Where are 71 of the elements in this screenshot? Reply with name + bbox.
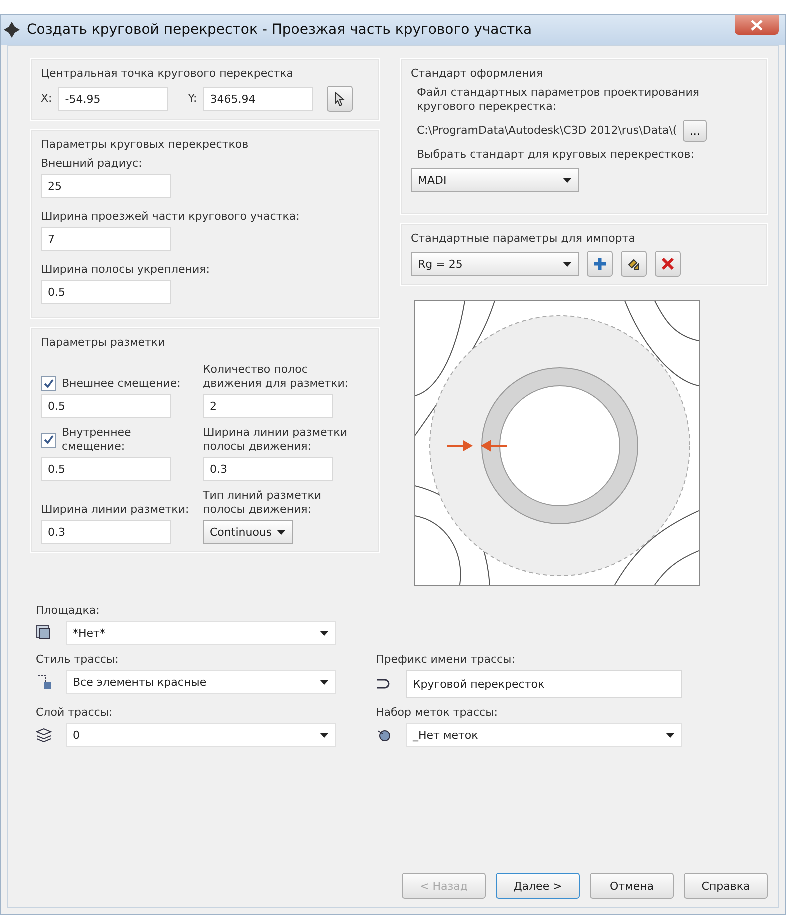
input-field[interactable]: Круговой перекресток (406, 670, 682, 698)
group-title: Параметры разметки (41, 336, 166, 349)
checkbox[interactable] (41, 376, 56, 391)
file-path: C:\ProgramData\Autodesk\C3D 2012\rus\Data\( (416, 124, 678, 138)
field-label: Ширина проезжей части кругового участка: (41, 210, 301, 224)
caret-icon (320, 680, 329, 684)
caret-icon (563, 262, 572, 266)
input-field[interactable]: 3465.94 (203, 87, 314, 111)
input-field[interactable]: 7 (41, 227, 171, 251)
close-button[interactable] (735, 15, 779, 35)
caret-icon (320, 732, 329, 738)
stack-icon (36, 727, 52, 743)
app-icon (3, 21, 21, 39)
plus-icon (593, 257, 607, 271)
close-icon (751, 20, 763, 30)
brush-icon (627, 257, 641, 271)
group-title: Стандартные параметры для импорта (411, 232, 636, 245)
field-label: Префикс имени трассы: (376, 653, 516, 667)
window-title: Создать круговой перекресток - Проезжая часть кругового участка (27, 22, 534, 38)
delete-icon (661, 257, 675, 271)
checkbox[interactable] (41, 432, 56, 448)
brush-button[interactable] (621, 251, 647, 277)
field-label: Внешний радиус: (41, 157, 144, 171)
browse-button[interactable]: ... (683, 120, 708, 142)
dropdown[interactable]: Continuous (203, 520, 293, 544)
cursor-icon (334, 92, 346, 106)
field-label: Ширина линии разметки полосы движения: (203, 426, 348, 454)
route-icon (36, 674, 52, 690)
dialog-button[interactable]: Далее > (496, 873, 580, 899)
dialog-button[interactable]: Справка (684, 873, 768, 899)
group-title: Параметры круговых перекрестков (41, 138, 250, 151)
input-field[interactable]: 0.5 (41, 394, 171, 418)
field-label: Выбрать стандарт для круговых перекрестков: (416, 148, 696, 162)
add-button[interactable] (587, 251, 613, 277)
caret-icon (320, 630, 329, 636)
dropdown[interactable]: Rg = 25 (411, 252, 579, 276)
field-label: Набор меток трассы: (376, 706, 499, 720)
dropdown[interactable]: *Нет* (66, 621, 336, 645)
field-label: Тип линий разметки полосы движения: (203, 489, 323, 517)
input-field[interactable]: 25 (41, 174, 171, 198)
caret-icon (563, 178, 572, 182)
field-label: Стиль трассы: (36, 653, 120, 667)
dialog-button[interactable]: Отмена (590, 873, 674, 899)
checkbox-label: Внешнее смещение: (62, 376, 181, 390)
field-label: X: (41, 92, 52, 106)
input-field[interactable]: 0.5 (41, 280, 171, 304)
dropdown[interactable]: Все элементы красные (66, 670, 336, 694)
group-title: Центральная точка кругового перекрестка (41, 67, 295, 80)
input-field[interactable]: 2 (203, 394, 333, 418)
group-title: Стандарт оформления (411, 67, 544, 80)
checkbox-label: Внутреннее смещение: (62, 426, 132, 454)
dropdown[interactable]: MADI (411, 168, 579, 192)
caret-icon (277, 530, 286, 534)
caret-icon (666, 732, 675, 738)
input-field[interactable]: 0.3 (203, 457, 333, 481)
curve-icon (376, 678, 392, 690)
delete-button[interactable] (655, 251, 681, 277)
dropdown[interactable]: _Нет меток (406, 723, 682, 747)
field-label: Файл стандартных параметров проектирования кругового перекрестка: (416, 86, 700, 114)
field-label: Количество полос движения для разметки: (203, 363, 350, 391)
input-field[interactable]: 0.3 (41, 520, 171, 544)
field-label: Площадка: (36, 604, 101, 618)
input-field[interactable]: -54.95 (58, 87, 168, 111)
pick-point-button[interactable] (327, 86, 354, 112)
field-label: Ширина линии разметки: (41, 503, 190, 517)
field-label: Y: (188, 92, 198, 106)
field-label: Слой трассы: (36, 706, 114, 720)
input-field[interactable]: 0.5 (41, 457, 171, 481)
field-label: Ширина полосы укрепления: (41, 263, 211, 277)
dropdown[interactable]: 0 (66, 723, 336, 747)
layers-icon (36, 625, 52, 641)
